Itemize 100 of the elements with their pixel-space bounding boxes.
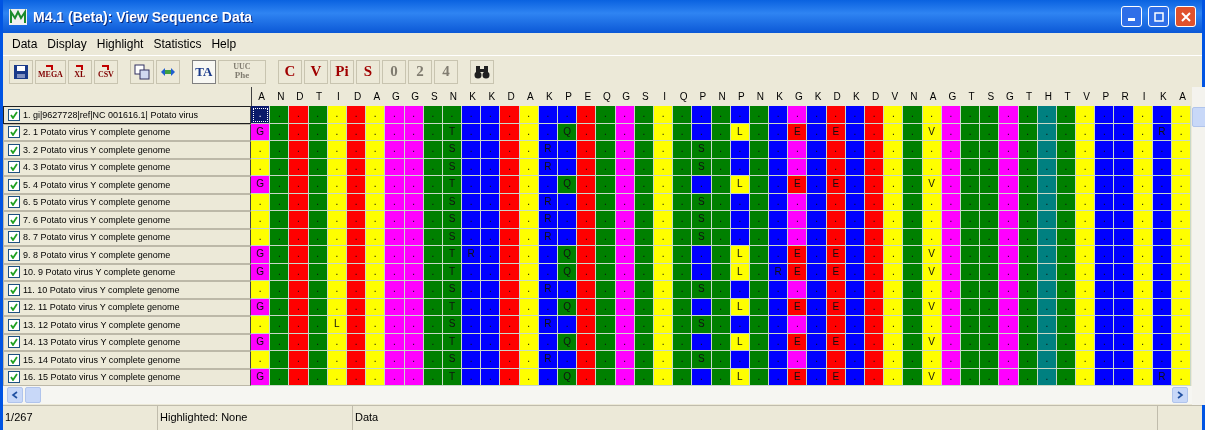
residue-cell[interactable]: . [769, 246, 789, 264]
residue-cell[interactable]: . [807, 176, 827, 194]
residue-cell[interactable]: . [481, 176, 501, 194]
residue-cell[interactable]: . [577, 141, 597, 159]
residue-cell[interactable]: . [289, 176, 309, 194]
residue-cell[interactable]: . [596, 141, 616, 159]
residue-cell[interactable]: . [596, 351, 616, 369]
residue-cell[interactable]: . [673, 246, 693, 264]
scroll-left-button[interactable] [7, 387, 23, 403]
residue-cell[interactable]: . [1172, 211, 1192, 229]
residue-cell[interactable]: . [980, 176, 1000, 194]
residue-cell[interactable]: . [788, 211, 808, 229]
residue-cell[interactable]: . [596, 211, 616, 229]
checkbox[interactable] [8, 178, 20, 191]
residue-cell[interactable]: . [769, 176, 789, 194]
checkbox[interactable] [8, 196, 20, 209]
residue-cell[interactable]: . [1076, 106, 1096, 124]
residue-cell[interactable]: . [251, 211, 271, 229]
residue-cell[interactable]: . [999, 281, 1019, 299]
residue-cell[interactable]: . [673, 281, 693, 299]
residue-cell[interactable]: . [807, 281, 827, 299]
residue-cell[interactable]: . [481, 316, 501, 334]
residue-cell[interactable]: . [1095, 281, 1115, 299]
copy-button[interactable] [129, 59, 154, 84]
residue-cell[interactable]: . [1076, 316, 1096, 334]
residue-cell[interactable]: Q [558, 246, 578, 264]
translate-button[interactable] [155, 59, 180, 84]
residue-cell[interactable]: . [999, 316, 1019, 334]
residue-cell[interactable]: . [865, 351, 885, 369]
residue-cell[interactable]: . [673, 316, 693, 334]
residue-cell[interactable]: . [366, 211, 386, 229]
checkbox[interactable] [8, 301, 20, 314]
residue-cell[interactable]: . [903, 281, 923, 299]
residue-cell[interactable]: . [270, 176, 290, 194]
scrollbar-thumb[interactable] [1192, 107, 1205, 127]
residue-cell[interactable]: . [884, 351, 904, 369]
residue-cell[interactable]: G [251, 246, 271, 264]
residue-cell[interactable]: . [807, 141, 827, 159]
residue-cell[interactable]: . [596, 176, 616, 194]
residue-cell[interactable]: . [1095, 176, 1115, 194]
residue-cell[interactable]: . [807, 316, 827, 334]
statistic-button[interactable]: C [277, 59, 302, 84]
residue-cell[interactable]: . [500, 176, 520, 194]
residue-cell[interactable]: . [558, 141, 578, 159]
sequence-name[interactable]: 5. 4 Potato virus Y complete genome [3, 176, 251, 194]
sequence-name[interactable]: 13. 12 Potato virus Y complete genome [3, 316, 251, 334]
residue-cell[interactable]: . [1114, 141, 1134, 159]
residue-cell[interactable]: . [692, 106, 712, 124]
residue-cell[interactable]: . [1114, 316, 1134, 334]
residue-cell[interactable]: . [270, 141, 290, 159]
residue-cell[interactable]: . [1076, 176, 1096, 194]
residue-cell[interactable]: . [692, 246, 712, 264]
residue-cell[interactable]: . [366, 351, 386, 369]
scrollbar-thumb[interactable] [25, 387, 41, 403]
residue-cell[interactable]: . [500, 281, 520, 299]
residue-cell[interactable]: . [788, 316, 808, 334]
residue-cell[interactable]: . [270, 106, 290, 124]
scroll-right-button[interactable] [1172, 387, 1189, 403]
residue-cell[interactable]: . [865, 106, 885, 124]
residue-cell[interactable]: . [385, 316, 405, 334]
residue-cell[interactable]: . [500, 351, 520, 369]
residue-cell[interactable]: . [366, 176, 386, 194]
residue-cell[interactable]: . [903, 246, 923, 264]
residue-cell[interactable]: . [500, 246, 520, 264]
checkbox[interactable] [8, 143, 20, 156]
residue-cell[interactable]: . [481, 211, 501, 229]
residue-cell[interactable]: . [903, 141, 923, 159]
menu-item[interactable]: Display [42, 37, 92, 51]
residue-cell[interactable]: . [462, 141, 482, 159]
residue-cell[interactable]: . [481, 141, 501, 159]
residue-cell[interactable]: . [385, 281, 405, 299]
residue-cell[interactable]: . [980, 211, 1000, 229]
residue-cell[interactable]: . [500, 141, 520, 159]
residue-cell[interactable]: . [788, 141, 808, 159]
residue-cell[interactable]: . [1076, 211, 1096, 229]
residue-cell[interactable]: S [692, 141, 712, 159]
residue-cell[interactable]: . [577, 316, 597, 334]
residue-cell[interactable]: . [270, 316, 290, 334]
residue-cell[interactable]: . [807, 351, 827, 369]
checkbox[interactable] [8, 108, 20, 121]
residue-cell[interactable]: . [769, 281, 789, 299]
checkbox[interactable] [8, 248, 20, 261]
residue-cell[interactable]: . [366, 106, 386, 124]
residue-cell[interactable]: . [596, 106, 616, 124]
residue-cell[interactable]: . [251, 106, 271, 124]
residue-cell[interactable]: . [366, 246, 386, 264]
residue-cell[interactable]: S [692, 211, 712, 229]
residue-cell[interactable]: . [385, 211, 405, 229]
residue-cell[interactable]: . [577, 281, 597, 299]
residue-cell[interactable]: . [999, 211, 1019, 229]
residue-cell[interactable]: . [884, 316, 904, 334]
residue-cell[interactable]: . [999, 141, 1019, 159]
residue-cell[interactable]: . [1114, 351, 1134, 369]
residue-cell[interactable]: . [769, 106, 789, 124]
residue-cell[interactable]: . [769, 351, 789, 369]
toggle-button[interactable]: TA [191, 59, 216, 84]
residue-cell[interactable]: . [289, 211, 309, 229]
residue-cell[interactable]: . [980, 351, 1000, 369]
residue-cell[interactable]: . [673, 351, 693, 369]
residue-cell[interactable]: . [596, 246, 616, 264]
